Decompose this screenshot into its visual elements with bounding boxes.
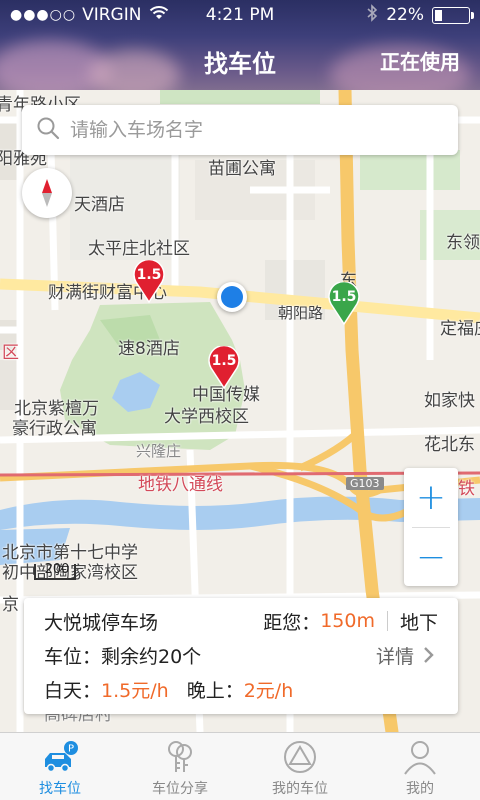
map-label: 定福庄: [440, 319, 480, 339]
tab-find-parking[interactable]: P 找车位: [0, 733, 120, 800]
in-use-button[interactable]: 正在使用: [380, 46, 460, 75]
carrier-name: VIRGIN: [82, 5, 142, 25]
marker-price: 1.5: [136, 267, 162, 283]
compass-button[interactable]: [22, 168, 72, 218]
my-spot-icon: [280, 739, 320, 775]
day-price: 1.5元/h: [101, 679, 169, 702]
bluetooth-icon: [366, 3, 378, 27]
signal-strength-icon: ●●●○○: [10, 7, 77, 23]
profile-icon: [400, 739, 440, 775]
parking-info-card[interactable]: 大悦城停车场 距您： 150m 地下 车位：剩余约20个 详情 白天： 1.5元…: [24, 598, 458, 714]
search-input[interactable]: [70, 119, 430, 141]
app-header: ●●●○○ VIRGIN 4:21 PM 22% 找车位 正在使用: [0, 0, 480, 90]
search-bar: [22, 105, 458, 155]
map-label: 东领: [446, 233, 480, 253]
compass-icon: [42, 179, 52, 207]
parking-level: 地下: [399, 611, 438, 634]
tab-label: 找车位: [39, 781, 81, 797]
zoom-in-button[interactable]: +: [404, 468, 458, 527]
status-bar: ●●●○○ VIRGIN 4:21 PM 22%: [0, 0, 480, 30]
map-label: 朝阳路: [278, 304, 324, 322]
map-label: 兴隆庄: [136, 442, 182, 460]
details-label: 详情: [375, 645, 414, 668]
search-icon: [36, 116, 60, 144]
tab-profile[interactable]: 我的: [360, 733, 480, 800]
map-scale: 200: [34, 562, 76, 580]
distance-value: 150m: [320, 610, 375, 632]
parking-marker[interactable]: 1.5: [207, 344, 241, 390]
map-label: 大学西校区: [164, 407, 249, 427]
map-label: 京: [2, 595, 19, 615]
map-label: 铁: [458, 479, 475, 499]
night-price: 2元/h: [243, 679, 294, 702]
marker-price: 1.5: [331, 289, 357, 305]
tab-label: 我的车位: [272, 781, 328, 797]
highway-sign: G103: [346, 477, 384, 490]
map-label: 豪行政公寓: [12, 419, 97, 439]
tab-label: 我的: [406, 781, 434, 797]
parking-marker[interactable]: 1.5: [132, 258, 166, 304]
zoom-control: + −: [404, 468, 458, 586]
tab-bar: P 找车位 车位分享 我的车位 我的: [0, 732, 480, 800]
details-button[interactable]: 详情: [376, 642, 438, 669]
divider: [386, 611, 388, 631]
day-price-label: 白天：: [44, 679, 102, 702]
zoom-out-button[interactable]: −: [404, 528, 458, 587]
available-spaces: 车位：剩余约20个: [44, 645, 202, 668]
tab-my-parking[interactable]: 我的车位: [240, 733, 360, 800]
map-label: 太平庄北社区: [88, 239, 190, 259]
scale-value: 200: [44, 562, 70, 577]
distance-label: 距您：: [263, 611, 321, 634]
current-location-dot: [217, 282, 247, 312]
svg-text:P: P: [68, 744, 74, 755]
battery-percent: 22%: [386, 5, 424, 25]
subway-line-label: 地铁八通线: [138, 475, 223, 495]
battery-icon: [432, 6, 474, 24]
tab-label: 车位分享: [152, 781, 208, 797]
night-price-label: 晚上：: [186, 679, 244, 702]
map-label: 区: [2, 343, 19, 363]
marker-price: 1.5: [211, 353, 237, 369]
map-label: 天酒店: [74, 195, 125, 215]
map-label: 花北东: [424, 435, 475, 455]
chevron-right-icon: [424, 647, 434, 663]
map-label: 速8酒店: [118, 339, 180, 359]
parking-marker-available[interactable]: 1.5: [327, 280, 361, 326]
share-keys-icon: [160, 739, 200, 775]
map-label: 如家快: [424, 391, 475, 411]
wifi-icon: [149, 5, 169, 26]
tab-share-parking[interactable]: 车位分享: [120, 733, 240, 800]
parking-name: 大悦城停车场: [44, 611, 159, 634]
map-label: 苗圃公寓: [208, 159, 276, 179]
car-parking-icon: P: [40, 739, 80, 775]
